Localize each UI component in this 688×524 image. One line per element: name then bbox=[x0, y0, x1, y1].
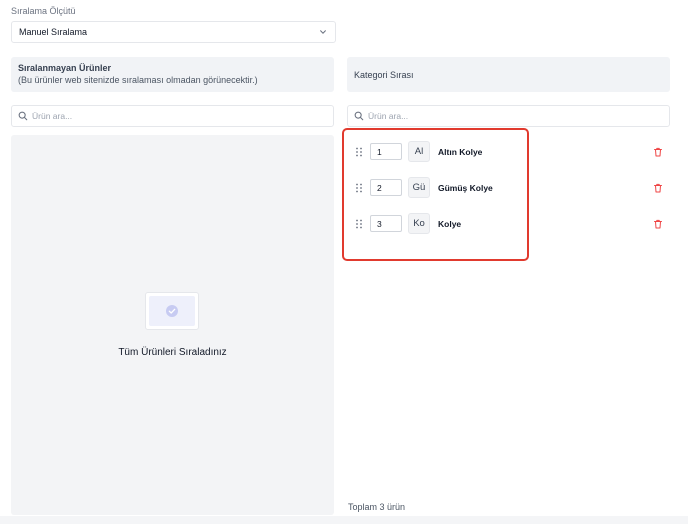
sort-criterion-label: Sıralama Ölçütü bbox=[11, 6, 76, 16]
check-circle-icon bbox=[166, 305, 178, 317]
drag-handle-icon[interactable] bbox=[355, 147, 363, 157]
unsorted-products-subtitle: (Bu ürünler web sitenizde sıralaması olm… bbox=[18, 75, 258, 85]
sorted-search-box[interactable] bbox=[347, 105, 670, 127]
unsorted-search-input[interactable] bbox=[32, 111, 312, 121]
sort-criterion-select[interactable]: Manuel Sıralama bbox=[11, 21, 336, 43]
empty-state-message: Tüm Ürünleri Sıraladınız bbox=[118, 347, 227, 358]
drag-handle-icon[interactable] bbox=[355, 183, 363, 193]
category-order-header: Kategori Sırası bbox=[347, 57, 670, 92]
sorted-product-row[interactable]: Al Altın Kolye bbox=[347, 140, 670, 164]
sorted-search-input[interactable] bbox=[368, 111, 648, 121]
trash-icon[interactable] bbox=[653, 183, 663, 193]
unsorted-products-header: Sıralanmayan Ürünler (Bu ürünler web sit… bbox=[11, 57, 334, 92]
product-name: Gümüş Kolye bbox=[438, 183, 493, 193]
unsorted-products-list: Tüm Ürünleri Sıraladınız bbox=[11, 135, 334, 515]
product-thumbnail: Ko bbox=[408, 213, 430, 234]
trash-icon[interactable] bbox=[653, 219, 663, 229]
order-input[interactable] bbox=[370, 215, 402, 232]
unsorted-products-title: Sıralanmayan Ürünler bbox=[18, 63, 112, 73]
order-input[interactable] bbox=[370, 143, 402, 160]
search-icon bbox=[354, 111, 364, 121]
sort-criterion-value: Manuel Sıralama bbox=[19, 27, 88, 37]
sorted-product-row[interactable]: Ko Kolye bbox=[347, 212, 670, 236]
chevron-down-icon bbox=[320, 30, 326, 34]
product-thumbnail: Al bbox=[408, 141, 430, 162]
search-icon bbox=[18, 111, 28, 121]
product-thumbnail: Gü bbox=[408, 177, 430, 198]
order-input[interactable] bbox=[370, 179, 402, 196]
product-name: Kolye bbox=[438, 219, 462, 229]
drag-handle-icon[interactable] bbox=[355, 219, 363, 229]
category-order-title: Kategori Sırası bbox=[354, 69, 414, 80]
bottom-divider bbox=[0, 516, 688, 524]
total-count: Toplam 3 ürün bbox=[348, 502, 406, 512]
trash-icon[interactable] bbox=[653, 147, 663, 157]
empty-state-illustration bbox=[145, 292, 199, 330]
sorted-products-list: Al Altın Kolye Gü Gümüş Kolye Ko Kolye bbox=[347, 135, 670, 515]
unsorted-search-box[interactable] bbox=[11, 105, 334, 127]
product-name: Altın Kolye bbox=[438, 147, 483, 157]
sorted-product-row[interactable]: Gü Gümüş Kolye bbox=[347, 176, 670, 200]
